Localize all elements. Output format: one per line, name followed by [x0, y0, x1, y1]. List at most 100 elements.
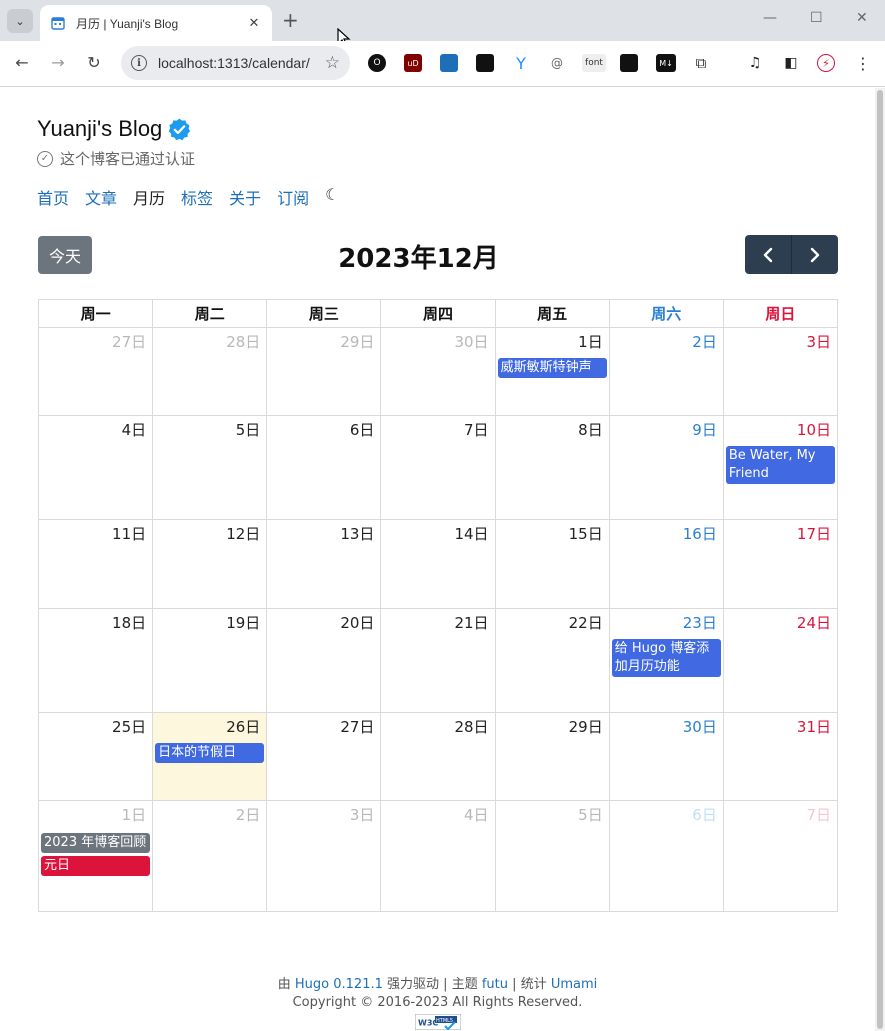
post-event-link[interactable]: 威斯敏斯特钟声: [497, 358, 607, 378]
calendar-day-cell: 18日: [37, 608, 154, 713]
calendar-day-cell-today: 26日 日本的节假日: [152, 712, 268, 801]
nav-about[interactable]: 关于: [229, 185, 261, 209]
next-month-button[interactable]: [792, 235, 838, 274]
day-number: 29日: [340, 333, 375, 351]
calendar-day-cell: 12日: [152, 519, 268, 609]
calendar-day-cell: 28日: [152, 327, 268, 416]
nav-tags[interactable]: 标签: [181, 185, 213, 209]
calendar-day-cell: 5日: [152, 415, 268, 520]
day-number: 14日: [454, 525, 489, 543]
calendar-day-cell: 3日: [266, 800, 382, 912]
holiday-event[interactable]: 元日: [41, 856, 151, 876]
day-number: 8日: [578, 421, 603, 439]
nav-posts[interactable]: 文章: [85, 185, 117, 209]
day-number: 7日: [464, 421, 489, 439]
calendar-day-cell: 16日: [608, 519, 724, 609]
media-control-icon[interactable]: ♫: [746, 54, 764, 72]
weekday-header: 周四: [380, 299, 496, 328]
day-number: 4日: [121, 421, 147, 439]
site-info-icon[interactable]: i: [131, 55, 147, 71]
calendar-day-cell: 5日: [494, 800, 610, 912]
maximize-window-icon[interactable]: ☐: [810, 10, 823, 26]
side-panel-icon[interactable]: ◧: [782, 54, 800, 72]
calendar-day-cell: 31日: [722, 712, 839, 801]
calendar-week-row: 25日 26日 日本的节假日 27日 28日 29日 30日 31日: [37, 712, 839, 801]
calendar-day-cell: 2日: [152, 800, 268, 912]
day-number: 1日: [121, 806, 147, 824]
browser-menu-icon[interactable]: ⋮: [854, 54, 872, 73]
new-tab-button[interactable]: +: [282, 10, 299, 30]
w3c-html5-badge-icon[interactable]: W3C HTML5: [414, 1014, 461, 1030]
post-event-link[interactable]: 日本的节假日: [155, 743, 265, 763]
footer-stats-text: 统计: [520, 977, 547, 992]
calendar-day-cell: 30日: [380, 327, 496, 416]
tab-search-button[interactable]: ⌄: [7, 9, 33, 33]
site-subtitle-text: 这个博客已通过认证: [60, 150, 196, 168]
profile-avatar-icon[interactable]: ⚡: [817, 54, 835, 72]
day-number: 15日: [568, 525, 603, 543]
calendar-day-cell: 29日: [266, 327, 382, 416]
nav-subscribe[interactable]: 订阅: [277, 185, 309, 209]
theme-link[interactable]: futu: [482, 977, 508, 992]
extension-circle-icon[interactable]: O: [368, 54, 386, 72]
chevron-left-icon: [763, 247, 773, 262]
day-number: 17日: [796, 525, 831, 543]
reload-icon[interactable]: ↻: [83, 53, 105, 72]
post-event-link[interactable]: Be Water, My Friend: [725, 446, 835, 484]
post-event-link[interactable]: 2023 年博客回顾: [41, 833, 151, 853]
hugo-link[interactable]: Hugo 0.121.1: [295, 977, 383, 992]
nav-home[interactable]: 首页: [37, 185, 69, 209]
day-number: 23日: [682, 614, 717, 632]
calendar-day-cell: 24日: [722, 608, 839, 713]
calendar-day-cell: 4日: [37, 415, 154, 520]
nav-calendar[interactable]: 月历: [133, 185, 165, 209]
weekday-header-row: 周一 周二 周三 周四 周五 周六 周日: [37, 299, 839, 328]
day-number: 18日: [112, 614, 147, 632]
extension-v-icon[interactable]: Y: [512, 54, 530, 73]
font-extension-icon[interactable]: font: [582, 54, 606, 72]
post-event-link[interactable]: 给 Hugo 博客添加月历功能: [611, 639, 721, 677]
chevron-right-icon: [810, 247, 820, 262]
calendar-day-cell: 23日给 Hugo 博客添加月历功能: [608, 608, 724, 713]
prev-month-button[interactable]: [745, 235, 792, 274]
calendar-day-cell: 6日: [266, 415, 382, 520]
day-number: 7日: [806, 806, 831, 824]
day-number: 6日: [349, 421, 375, 439]
umami-link[interactable]: Umami: [551, 977, 597, 992]
puzzle-extensions-icon[interactable]: ⧉: [692, 54, 710, 72]
site-title-text[interactable]: Yuanji's Blog: [37, 116, 162, 142]
extension-box-icon[interactable]: [620, 54, 638, 72]
day-number: 28日: [454, 718, 489, 736]
url-text[interactable]: localhost:1313/calendar/: [158, 55, 325, 71]
calendar-day-cell: 1日 2023 年博客回顾 元日: [37, 800, 154, 912]
day-number: 27日: [340, 718, 375, 736]
site-title[interactable]: Yuanji's Blog: [37, 116, 192, 142]
day-number: 5日: [235, 421, 261, 439]
address-bar[interactable]: i localhost:1313/calendar/ ☆: [121, 46, 350, 80]
calendar-day-cell: 20日: [266, 608, 382, 713]
calendar-favicon-icon: [50, 15, 66, 31]
day-number: 3日: [806, 333, 831, 351]
markdown-extension-icon[interactable]: M↓: [656, 54, 676, 72]
day-number: 22日: [568, 614, 603, 632]
tab-close-icon[interactable]: ✕: [246, 16, 262, 31]
calendar-day-cell: 29日: [494, 712, 610, 801]
bookmark-star-icon[interactable]: ☆: [325, 53, 340, 73]
minimize-window-icon[interactable]: —: [763, 10, 777, 26]
calendar-day-cell: 17日: [722, 519, 839, 609]
ublock-extension-icon[interactable]: uD: [404, 54, 422, 72]
back-arrow-icon[interactable]: ←: [11, 53, 33, 72]
browser-tab[interactable]: 月历 | Yuanji's Blog ✕: [40, 5, 272, 41]
footer-separator: |: [512, 977, 517, 992]
day-number: 6日: [692, 806, 717, 824]
forward-arrow-icon[interactable]: →: [47, 53, 69, 72]
extension-blue-icon[interactable]: [440, 54, 458, 72]
calendar-week-row: 4日 5日 6日 7日 8日 9日 10日 Be Water, My Friend: [37, 415, 839, 520]
footer-powered-text: 强力驱动: [387, 977, 440, 992]
page-scrollbar[interactable]: [875, 88, 885, 1031]
close-window-icon[interactable]: ✕: [856, 10, 868, 26]
extension-at-icon[interactable]: @: [548, 54, 566, 72]
dark-mode-moon-icon[interactable]: ☾: [325, 185, 339, 209]
extension-grid-icon[interactable]: [476, 54, 494, 72]
calendar-week-row: 11日 12日 13日 14日 15日 16日 17日: [37, 519, 839, 609]
